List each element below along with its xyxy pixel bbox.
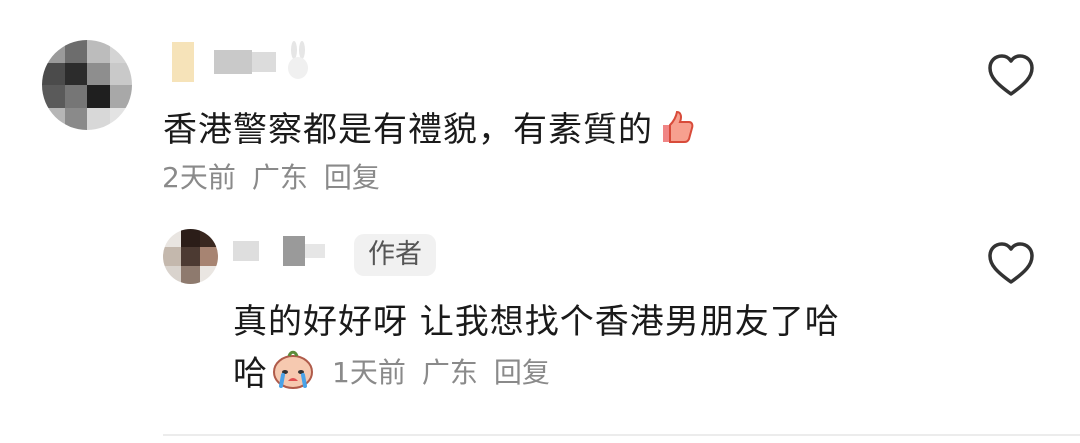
reply-location: 广东 — [421, 355, 478, 389]
divider — [163, 434, 1080, 436]
reply-button[interactable]: 回复 — [324, 156, 380, 196]
comment-text: 香港警察都是有禮貌，有素質的 — [163, 102, 695, 154]
commenter-avatar[interactable] — [42, 40, 132, 130]
comment-location: 广东 — [251, 161, 308, 194]
comment-meta: 2天前 广东 回复 — [162, 156, 380, 196]
crying-face-icon — [270, 348, 316, 394]
reply-text-line2-row: 哈 1天前 广东 回复 — [233, 346, 550, 395]
reply-time: 1天前 — [332, 355, 406, 389]
heart-outline-icon — [988, 242, 1034, 284]
reply-button[interactable]: 回复 — [494, 351, 550, 391]
commenter-username[interactable] — [172, 40, 310, 84]
comment-time: 2天前 — [162, 161, 236, 194]
thumbs-up-icon — [657, 109, 695, 154]
like-button[interactable] — [985, 238, 1037, 290]
author-avatar[interactable] — [163, 229, 218, 284]
reply-text-line2: 哈 — [233, 354, 268, 394]
author-badge: 作者 — [354, 234, 436, 276]
heart-outline-icon — [988, 54, 1034, 96]
author-username[interactable] — [233, 236, 325, 266]
reply-meta: 1天前 广东 回复 — [332, 351, 550, 391]
rabbit-icon — [286, 40, 310, 84]
like-button[interactable] — [985, 50, 1037, 102]
reply-text-line1: 真的好好呀 让我想找个香港男朋友了哈 — [233, 302, 840, 342]
